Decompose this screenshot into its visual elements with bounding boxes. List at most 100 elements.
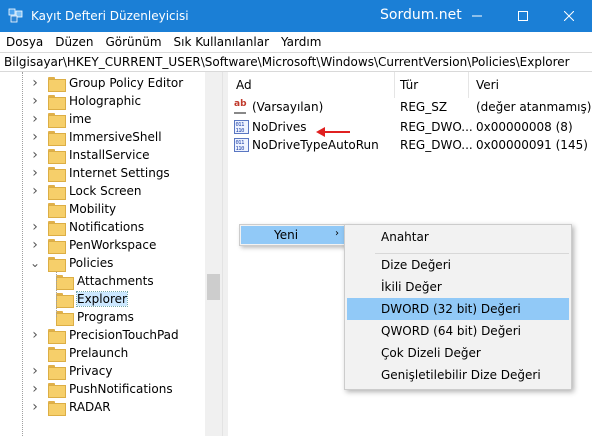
menu-dosya[interactable]: Dosya [0, 35, 49, 49]
folder-icon [48, 166, 66, 182]
tree-item[interactable]: › RADAR [30, 398, 111, 416]
tree-item[interactable]: › ImmersiveShell [30, 128, 162, 146]
context-menu-new-label: Yeni [274, 228, 299, 242]
submenu-item-label: Çok Dizeli Değer [381, 346, 481, 360]
tree-item[interactable]: › Privacy [30, 362, 112, 380]
folder-icon [56, 292, 74, 308]
menu-yardim[interactable]: Yardım [275, 35, 327, 49]
tree-item[interactable]: › Internet Settings [30, 164, 170, 182]
column-header-type[interactable]: Tür [400, 78, 418, 92]
folder-icon [48, 238, 66, 254]
red-arrow-icon [316, 127, 350, 137]
chevron-right-icon[interactable]: › [30, 164, 40, 182]
chevron-right-icon[interactable]: › [30, 182, 40, 200]
tree-item[interactable]: Prelaunch [30, 344, 128, 362]
binary-value-icon: 011 110 [234, 120, 249, 134]
submenu-item-binary[interactable]: İkili Değer [347, 276, 569, 298]
chevron-right-icon[interactable]: › [30, 218, 40, 236]
tree-item[interactable]: ⌄ Policies [30, 254, 113, 272]
value-data: (değer atanmamış) [476, 100, 592, 114]
folder-icon [48, 382, 66, 398]
menu-bar: Dosya Düzen Görünüm Sık Kullanılanlar Ya… [0, 32, 592, 52]
tree-item[interactable]: › PrecisionTouchPad [30, 326, 179, 344]
tree-item[interactable]: › Lock Screen [30, 182, 141, 200]
folder-icon [48, 400, 66, 416]
chevron-right-icon[interactable]: › [30, 236, 40, 254]
column-header-name[interactable]: Ad [236, 78, 252, 92]
column-header-data[interactable]: Veri [476, 78, 499, 92]
minimize-button[interactable] [454, 0, 500, 32]
column-divider[interactable] [468, 72, 469, 98]
folder-icon [48, 256, 66, 272]
submenu-item-key[interactable]: Anahtar [347, 226, 569, 248]
close-button[interactable] [546, 0, 592, 32]
submenu-item-dword[interactable]: DWORD (32 bit) Değeri [347, 298, 569, 320]
submenu-item-string[interactable]: Dize Değeri [347, 254, 569, 276]
folder-icon [48, 346, 66, 362]
maximize-icon [518, 11, 528, 21]
value-name: NoDriveTypeAutoRun [252, 138, 379, 152]
tree-item[interactable]: › PushNotifications [30, 380, 173, 398]
folder-icon [56, 310, 74, 326]
chevron-right-icon[interactable]: › [30, 362, 40, 380]
chevron-right-icon[interactable]: › [30, 128, 40, 146]
tree-item-label: PrecisionTouchPad [69, 328, 179, 342]
tree-scrollbar-thumb[interactable] [207, 274, 220, 300]
tree-item[interactable]: › Notifications [30, 218, 144, 236]
value-data: 0x00000008 (8) [476, 120, 573, 134]
tree-item-label: Mobility [69, 202, 117, 216]
svg-text:110: 110 [236, 146, 245, 152]
binary-value-icon: 011 110 [234, 138, 249, 152]
tree-item[interactable]: › Group Policy Editor [30, 74, 183, 92]
tree-item[interactable]: › PenWorkspace [30, 236, 156, 254]
chevron-right-icon[interactable]: › [30, 92, 40, 110]
tree-item[interactable]: › InstallService [30, 146, 149, 164]
minimize-icon [472, 15, 482, 17]
chevron-right-icon[interactable]: › [30, 380, 40, 398]
tree-item-label: RADAR [69, 400, 111, 414]
tree-item-label: PenWorkspace [69, 238, 157, 252]
chevron-down-icon[interactable]: ⌄ [30, 254, 40, 272]
column-divider[interactable] [394, 72, 395, 98]
value-row[interactable]: ab (Varsayılan) REG_SZ (değer atanmamış) [228, 98, 592, 116]
tree-guide-line [56, 272, 57, 317]
context-menu-new[interactable]: Yeni › [241, 226, 345, 244]
tree-item[interactable]: Attachments [46, 272, 154, 290]
tree-item-label: Internet Settings [69, 166, 170, 180]
menu-sik-kullanilanlar[interactable]: Sık Kullanılanlar [168, 35, 275, 49]
value-type: REG_SZ [400, 100, 448, 114]
chevron-right-icon[interactable]: › [30, 110, 40, 128]
maximize-button[interactable] [500, 0, 546, 32]
regedit-app-icon [8, 8, 24, 24]
submenu-item-multistring[interactable]: Çok Dizeli Değer [347, 342, 569, 364]
tree-item-label: Attachments [77, 274, 154, 288]
submenu-item-label: Genişletilebilir Dize Değeri [381, 368, 541, 382]
chevron-right-icon[interactable]: › [30, 398, 40, 416]
tree-scrollbar[interactable] [205, 72, 222, 436]
watermark-text: Sordum.net [380, 7, 462, 23]
tree-item-label: Policies [69, 256, 114, 270]
folder-icon [48, 130, 66, 146]
menu-duzen[interactable]: Düzen [49, 35, 99, 49]
tree-item[interactable]: Programs [46, 308, 134, 326]
tree-item-label: InstallService [69, 148, 150, 162]
value-type: REG_DWO... [400, 120, 473, 134]
submenu-item-qword[interactable]: QWORD (64 bit) Değeri [347, 320, 569, 342]
tree-item-selected[interactable]: Explorer [46, 290, 128, 308]
submenu-item-expandstring[interactable]: Genişletilebilir Dize Değeri [347, 364, 569, 386]
chevron-right-icon[interactable]: › [30, 326, 40, 344]
tree-item[interactable]: › Holographic [30, 92, 141, 110]
window-title: Kayıt Defteri Düzenleyicisi [31, 9, 189, 23]
address-path: Bilgisayar\HKEY_CURRENT_USER\Software\Mi… [4, 55, 570, 69]
value-row[interactable]: 011 110 NoDriveTypeAutoRun REG_DWO... 0x… [228, 136, 592, 154]
tree-item[interactable]: › ime [30, 110, 91, 128]
value-data: 0x00000091 (145) [476, 138, 588, 152]
chevron-right-icon[interactable]: › [30, 146, 40, 164]
address-bar[interactable]: Bilgisayar\HKEY_CURRENT_USER\Software\Mi… [0, 52, 592, 72]
value-row[interactable]: 011 110 NoDrives REG_DWO... 0x00000008 (… [228, 118, 592, 136]
tree-item[interactable]: Mobility [30, 200, 116, 218]
chevron-right-icon[interactable]: › [30, 74, 40, 92]
folder-icon [48, 328, 66, 344]
tree-item-label: Holographic [69, 94, 142, 108]
menu-gorunum[interactable]: Görünüm [99, 35, 167, 49]
